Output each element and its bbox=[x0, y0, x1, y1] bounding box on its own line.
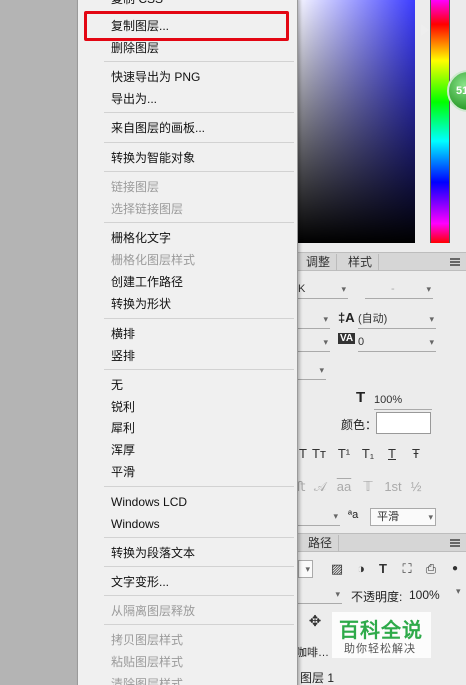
blend-mode-dropdown[interactable]: ▾ bbox=[298, 586, 342, 604]
menu-item-vertical[interactable]: 竖排 bbox=[111, 346, 135, 366]
menu-item-rasterize-type[interactable]: 栅格化文字 bbox=[111, 228, 171, 248]
kerning-dropdown[interactable]: ▾ bbox=[298, 311, 330, 329]
menu-item-delete-layer[interactable]: 删除图层 bbox=[111, 38, 159, 58]
menu-item-aa-none[interactable]: 无 bbox=[111, 375, 123, 395]
menu-item-clear-layer-style: 清除图层样式 bbox=[111, 677, 184, 685]
smart-object-filter-icon[interactable]: ⎙ bbox=[422, 560, 440, 578]
menu-separator bbox=[104, 222, 294, 223]
alternates-button[interactable]: aa bbox=[335, 478, 353, 496]
menu-item-convert-smart-object[interactable]: 转换为智能对象 bbox=[111, 148, 195, 168]
menu-item-paste-layer-style: 粘贴图层样式 bbox=[111, 655, 184, 669]
adjust-style-tabbar: 调整 样式 bbox=[292, 252, 466, 271]
tracking-dropdown[interactable]: 0 ▾ bbox=[358, 334, 436, 352]
menu-item-convert-paragraph[interactable]: 转换为段落文本 bbox=[111, 543, 195, 563]
language-dropdown[interactable]: ▾ bbox=[298, 508, 340, 526]
menu-item-convert-to-shape[interactable]: 转换为形状 bbox=[111, 294, 171, 314]
image-filter-icon[interactable]: ▨ bbox=[328, 560, 346, 578]
menu-item-select-linked-layers: 选择链接图层 bbox=[111, 202, 184, 216]
color-label: 颜色： bbox=[341, 418, 378, 432]
opacity-label: 不透明度: bbox=[351, 590, 403, 604]
menu-item-quick-export-png[interactable]: 快速导出为 PNG bbox=[111, 67, 200, 87]
type-filter-icon[interactable]: T bbox=[374, 560, 392, 578]
layer-item-partial[interactable]: 咖啡… bbox=[296, 644, 329, 660]
hue-slider-marker[interactable] bbox=[421, 24, 429, 36]
menu-item-export-as[interactable]: 导出为... bbox=[111, 89, 157, 109]
menu-item-copy-css[interactable]: 复制 CSS bbox=[111, 0, 163, 9]
menu-item-copy-layer-style: 拷贝图层样式 bbox=[111, 633, 184, 647]
menu-separator bbox=[104, 142, 294, 143]
all-caps-button[interactable]: Tт bbox=[310, 445, 328, 463]
underline-button[interactable]: T bbox=[383, 445, 401, 463]
panel-menu-icon[interactable] bbox=[450, 258, 460, 266]
watermark-title: 百科全说 bbox=[339, 620, 423, 642]
tracking-left-dropdown[interactable]: ▾ bbox=[298, 334, 330, 352]
menu-item-aa-strong[interactable]: 浑厚 bbox=[111, 440, 135, 460]
menu-item-warp-text[interactable]: 文字变形... bbox=[111, 572, 169, 592]
antialias-dropdown[interactable]: 平滑 ▾ bbox=[370, 508, 436, 526]
adjustment-filter-icon[interactable]: ◑ bbox=[352, 560, 370, 578]
leading-dropdown[interactable]: (自动) ▾ bbox=[358, 311, 436, 329]
badge-value: 51 bbox=[456, 85, 466, 97]
menu-separator bbox=[104, 61, 294, 62]
menu-separator bbox=[104, 537, 294, 538]
menu-item-windows-lcd[interactable]: Windows LCD bbox=[111, 492, 187, 512]
layers-tabbar: 路径 bbox=[292, 533, 466, 552]
menu-item-rasterize-layer-style: 栅格化图层样式 bbox=[111, 253, 196, 267]
opacity-value[interactable]: 100% bbox=[409, 588, 440, 602]
menu-item-link-layers: 链接图层 bbox=[111, 180, 160, 194]
tab-style[interactable]: 样式 bbox=[342, 254, 380, 271]
watermark-subtitle: 助你轻松解决 bbox=[344, 643, 416, 655]
tab-adjust[interactable]: 调整 bbox=[300, 254, 338, 271]
opacity-arrow-icon[interactable]: ▾ bbox=[456, 586, 461, 597]
menu-item-release-isolation: 从隔离图层释放 bbox=[111, 604, 196, 618]
watermark: 百科全说 助你轻松解决 bbox=[332, 612, 431, 658]
fractions-button[interactable]: ½ bbox=[407, 478, 425, 496]
move-icon[interactable]: ✥ bbox=[306, 613, 324, 631]
menu-item-horizontal[interactable]: 横排 bbox=[111, 324, 135, 344]
menu-separator bbox=[104, 112, 294, 113]
superscript-button[interactable]: T¹ bbox=[335, 445, 353, 463]
layer-context-menu: 复制 CSS 复制图层... 删除图层 快速导出为 PNG 导出为... 来自图… bbox=[77, 0, 298, 685]
subscript-button[interactable]: T₁ bbox=[359, 445, 377, 463]
titling-button[interactable]: 𝕋 bbox=[359, 478, 377, 496]
layers-menu-icon[interactable] bbox=[450, 539, 460, 547]
baseline-dropdown[interactable]: ▾ bbox=[298, 362, 326, 380]
menu-separator bbox=[104, 624, 294, 625]
layer-item-name[interactable]: 图层 1 bbox=[300, 669, 334, 685]
menu-separator bbox=[104, 369, 294, 370]
menu-item-windows[interactable]: Windows bbox=[111, 514, 160, 534]
ordinals-button[interactable]: 1st bbox=[381, 478, 405, 496]
filter-toggle-icon[interactable]: ● bbox=[446, 560, 464, 578]
menu-item-aa-smooth[interactable]: 平滑 bbox=[111, 462, 135, 482]
horizontal-scale-field[interactable]: 100% bbox=[374, 392, 432, 410]
horizontal-scale-icon: T bbox=[356, 389, 366, 406]
highlight-annotation-box bbox=[84, 11, 289, 41]
tab-paths[interactable]: 路径 bbox=[302, 535, 340, 552]
menu-item-aa-crisp[interactable]: 犀利 bbox=[111, 418, 135, 438]
menu-item-artboard-from-layers[interactable]: 来自图层的画板... bbox=[111, 118, 205, 138]
shape-filter-icon[interactable]: ⛶ bbox=[398, 560, 416, 578]
font-style-dropdown[interactable]: K ▾ bbox=[298, 281, 348, 299]
leading-icon: ‡A bbox=[338, 310, 355, 325]
filter-kind-dropdown[interactable]: ▾ bbox=[298, 560, 313, 578]
strikethrough-button[interactable]: Ŧ bbox=[407, 445, 425, 463]
menu-item-aa-sharp[interactable]: 锐利 bbox=[111, 397, 135, 417]
menu-separator bbox=[104, 171, 294, 172]
menu-separator bbox=[104, 595, 294, 596]
hue-strip[interactable] bbox=[430, 0, 450, 243]
antialias-label: ªa bbox=[348, 509, 359, 521]
menu-separator bbox=[104, 566, 294, 567]
text-color-swatch[interactable] bbox=[376, 412, 431, 434]
menu-item-create-work-path[interactable]: 创建工作路径 bbox=[111, 272, 183, 292]
color-picker-field[interactable] bbox=[292, 0, 415, 243]
menu-separator bbox=[104, 486, 294, 487]
tracking-icon: VA bbox=[338, 333, 356, 344]
menu-separator bbox=[104, 318, 294, 319]
swash-button[interactable]: 𝒜 bbox=[311, 478, 329, 496]
font-size-dropdown[interactable]: - ▾ bbox=[365, 281, 433, 299]
